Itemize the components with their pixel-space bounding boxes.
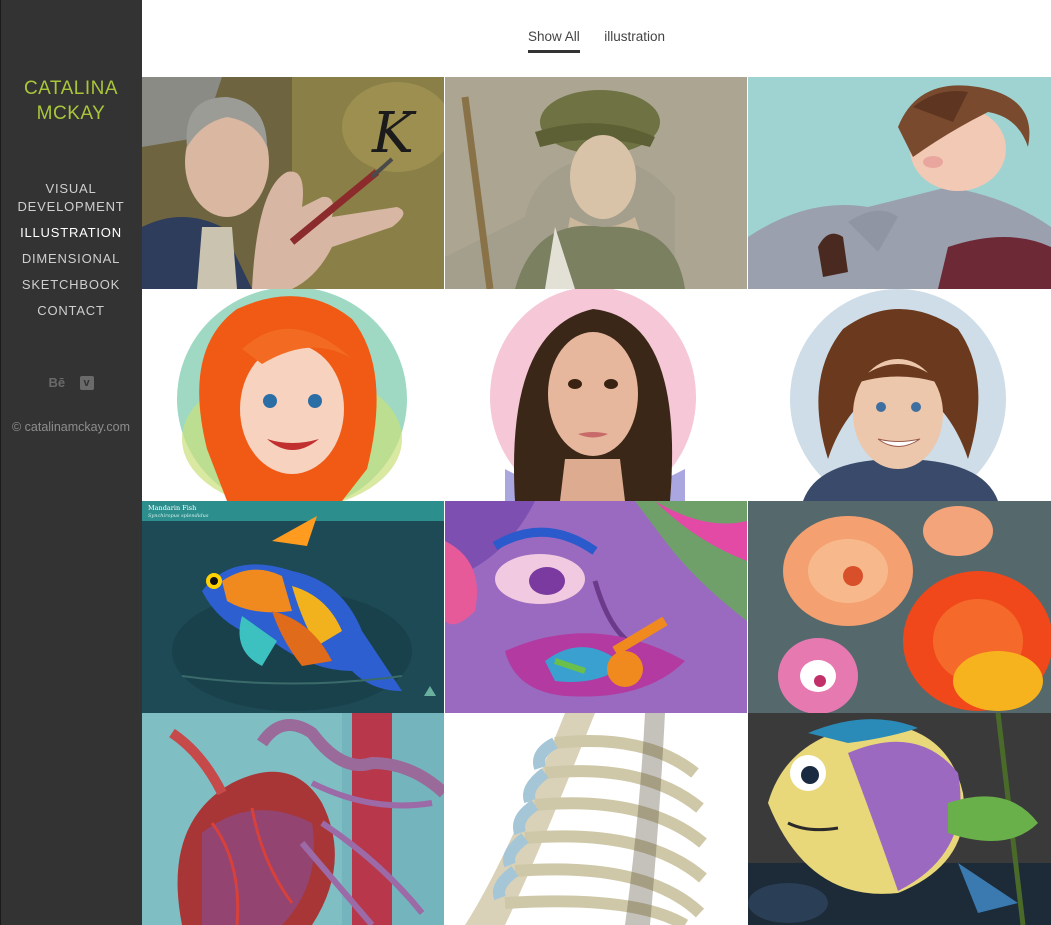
gallery-item-flowers[interactable] [748,501,1051,713]
rib-cage-icon [445,713,747,925]
social-links: Bē v [0,374,142,392]
gallery-item-portrait-redhead[interactable] [142,289,444,501]
gallery-item-purple-face[interactable] [445,501,747,713]
portrait-redhead-icon [142,289,444,501]
fish-subtitle: Synchiropus splendidus [148,513,209,519]
vimeo-icon[interactable]: v [79,375,94,390]
portrait-curly-hair-icon [748,289,1051,501]
portrait-brunette-icon [445,289,747,501]
gallery-item-portrait-k[interactable]: K [142,77,444,289]
portrait-reclining-boy-icon [748,77,1051,289]
gallery-item-portrait-reclining[interactable] [748,77,1051,289]
portrait-k-pen-icon: K [142,77,444,289]
painted-fish-icon [748,713,1051,925]
purple-face-flower-icon [445,501,747,713]
sidebar: CATALINA MCKAY VISUAL DEVELOPMENT ILLUST… [0,0,142,925]
anatomical-heart-icon [142,713,444,925]
nav-item-dimensional[interactable]: DIMENSIONAL [0,250,142,268]
nav-item-contact[interactable]: CONTACT [0,302,142,320]
behance-icon[interactable]: Bē [48,375,65,390]
nav-item-sketchbook[interactable]: SKETCHBOOK [0,276,142,294]
portrait-cap-boy-icon [445,77,747,289]
fish-title: Mandarin Fish [148,504,196,512]
filter-bar: Show All illustration [142,28,1051,53]
gallery-item-portrait-cap[interactable] [445,77,747,289]
gallery-item-portrait-brunette[interactable] [445,289,747,501]
brand-logo-text[interactable]: CATALINA MCKAY [0,76,142,126]
copyright-text: © catalinamckay.com [11,420,131,434]
gallery-grid: K Mandarin Fish Synchiropus splendidus [142,77,1051,925]
gallery-item-portrait-curly[interactable] [748,289,1051,501]
gallery-item-painted-fish[interactable] [748,713,1051,925]
filter-show-all[interactable]: Show All [527,29,580,53]
svg-text:K: K [371,101,417,166]
orange-flowers-icon [748,501,1051,713]
gallery-item-heart[interactable] [142,713,444,925]
gallery-item-mandarin-fish[interactable]: Mandarin Fish Synchiropus splendidus [142,501,444,713]
mandarin-fish-icon: Mandarin Fish Synchiropus splendidus [142,501,444,713]
nav-item-illustration[interactable]: ILLUSTRATION [0,224,142,242]
main-nav: VISUAL DEVELOPMENT ILLUSTRATION DIMENSIO… [0,180,142,328]
filter-illustration[interactable]: illustration [604,29,665,53]
gallery-item-ribcage[interactable] [445,713,747,925]
nav-item-visual-development[interactable]: VISUAL DEVELOPMENT [0,180,142,216]
